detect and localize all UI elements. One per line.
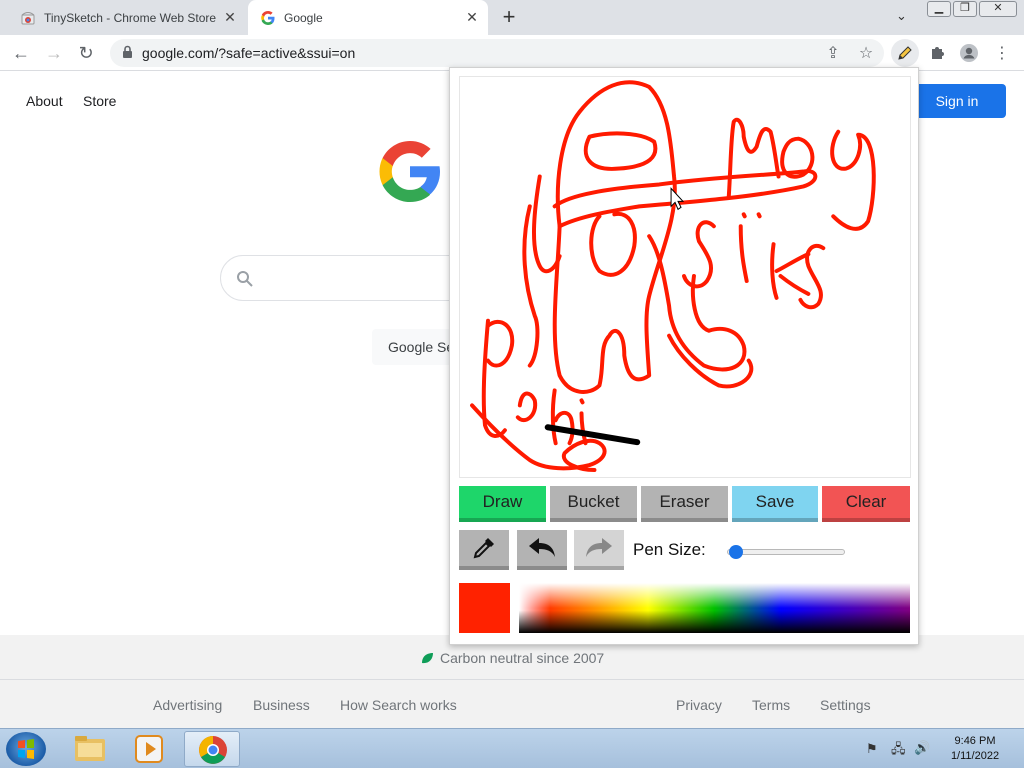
tinysketch-popup: Draw Bucket Eraser Save Clear Pen Size: (449, 67, 919, 645)
address-bar[interactable]: google.com/?safe=active&ssui=on (110, 39, 884, 67)
share-icon[interactable]: ⇪ (821, 41, 845, 65)
extensions-puzzle-icon[interactable] (925, 41, 949, 65)
windows-taskbar: ⚑ 🖧 🔊 9:46 PM 1/11/2022 (0, 728, 1024, 768)
menu-kebab-icon[interactable]: ⋮ (990, 41, 1014, 65)
windows-logo-icon (18, 739, 34, 759)
close-tab-icon[interactable]: ✕ (222, 9, 238, 25)
profile-avatar-icon[interactable] (957, 41, 981, 65)
current-color-swatch (459, 583, 510, 633)
lock-icon (123, 45, 132, 58)
carbon-text: Carbon neutral since 2007 (440, 650, 605, 666)
reload-icon[interactable]: ↻ (74, 41, 98, 65)
google-footer: Carbon neutral since 2007 Advertising Bu… (0, 635, 1024, 728)
redo-button[interactable] (574, 530, 624, 570)
start-button[interactable] (6, 732, 46, 766)
drawing-canvas[interactable] (459, 76, 911, 478)
media-player-taskbar-button[interactable] (122, 731, 178, 767)
url-text: google.com/?safe=active&ssui=on (142, 45, 356, 61)
forward-arrow-icon[interactable]: → (42, 41, 66, 65)
action-center-flag-icon[interactable]: ⚑ (866, 741, 878, 757)
clear-button[interactable]: Clear (822, 486, 910, 522)
redo-icon (586, 538, 612, 557)
eraser-button[interactable]: Eraser (641, 486, 728, 522)
draw-button[interactable]: Draw (459, 486, 546, 522)
new-tab-button[interactable]: + (498, 6, 520, 28)
media-player-icon (135, 735, 163, 763)
footer-divider (0, 679, 1024, 680)
tab-google[interactable]: Google ✕ (248, 0, 488, 35)
pen-size-slider-thumb[interactable] (728, 545, 743, 559)
privacy-link[interactable]: Privacy (676, 697, 722, 713)
volume-icon[interactable]: 🔊 (914, 740, 930, 756)
leaf-icon (422, 653, 433, 664)
save-button[interactable]: Save (732, 486, 818, 522)
system-clock[interactable]: 9:46 PM 1/11/2022 (945, 734, 1005, 764)
restore-button[interactable]: ❐ (953, 1, 977, 17)
eyedropper-button[interactable] (459, 530, 509, 570)
carbon-neutral-note: Carbon neutral since 2007 (420, 650, 604, 666)
clock-date: 1/11/2022 (950, 750, 1000, 762)
chrome-web-store-icon (21, 11, 35, 24)
browser-toolbar: ← → ↻ google.com/?safe=active&ssui=on ⇪ … (0, 35, 1024, 71)
tab-tinysketch[interactable]: TinySketch - Chrome Web Store ✕ (8, 0, 246, 35)
terms-link[interactable]: Terms (752, 697, 790, 713)
business-link[interactable]: Business (253, 697, 310, 713)
bookmark-star-icon[interactable]: ☆ (854, 41, 878, 65)
google-favicon-icon (261, 10, 275, 25)
about-link[interactable]: About (26, 93, 63, 109)
chrome-taskbar-button[interactable] (184, 731, 240, 767)
google-search-input[interactable] (220, 255, 480, 301)
chrome-icon (199, 736, 227, 764)
sign-in-button[interactable]: Sign in (908, 84, 1006, 118)
settings-link[interactable]: Settings (820, 697, 871, 713)
undo-button[interactable] (517, 530, 567, 570)
tab-strip: TinySketch - Chrome Web Store ✕ Google ✕… (0, 0, 1024, 35)
tab-label: TinySketch - Chrome Web Store (44, 10, 217, 25)
close-tab-icon[interactable]: ✕ (464, 9, 480, 25)
bucket-button[interactable]: Bucket (550, 486, 637, 522)
search-icon (237, 271, 253, 287)
close-window-button[interactable]: ✕ (979, 1, 1017, 17)
folder-icon (75, 736, 105, 761)
back-arrow-icon[interactable]: ← (9, 41, 33, 65)
tab-label: Google (284, 10, 323, 25)
google-logo (379, 141, 440, 202)
undo-icon (529, 538, 555, 557)
tab-search-chevron-icon[interactable]: ⌄ (896, 8, 907, 24)
minimize-button[interactable]: ▁ (927, 1, 951, 17)
color-palette[interactable] (519, 583, 910, 633)
advertising-link[interactable]: Advertising (153, 697, 222, 713)
file-explorer-taskbar-button[interactable] (62, 731, 118, 767)
pen-size-slider[interactable] (727, 549, 845, 555)
how-search-works-link[interactable]: How Search works (340, 697, 457, 713)
tinysketch-pencil-icon[interactable] (891, 39, 919, 67)
pen-size-label: Pen Size: (633, 540, 706, 559)
clock-time: 9:46 PM (954, 735, 996, 747)
eyedropper-icon (473, 538, 494, 559)
network-icon[interactable]: 🖧 (891, 740, 906, 762)
store-link[interactable]: Store (83, 93, 116, 109)
